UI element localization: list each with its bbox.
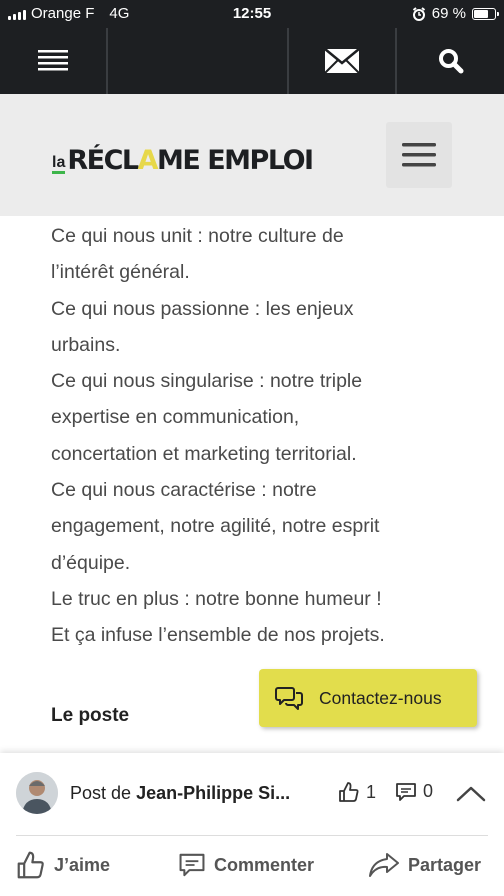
battery-icon	[472, 7, 499, 20]
logo-prefix: la	[52, 155, 66, 174]
hamburger-icon[interactable]	[386, 122, 452, 188]
article-body: Ce qui nous unit : notre culture de l’in…	[51, 218, 471, 654]
comments-value: 0	[423, 781, 434, 801]
post-author: Jean-Philippe Si...	[136, 783, 291, 803]
like-button[interactable]: J’aime	[16, 847, 110, 883]
article-line: Ce qui nous singularise : notre triple	[51, 370, 363, 393]
article-line: Ce qui nous passionne : les enjeux	[51, 297, 354, 320]
article-line: Le truc en plus : notre bonne humeur !	[51, 587, 382, 610]
comment-icon	[395, 782, 417, 802]
comment-icon	[178, 852, 206, 878]
logo-text-part1: RÉCL	[67, 145, 139, 176]
status-bar: Orange F 4G 12:55 69 %	[0, 0, 504, 28]
article-line: concertation et marketing territorial.	[51, 442, 357, 465]
likes-value: 1	[366, 781, 377, 802]
article-line: d’équipe.	[51, 551, 131, 574]
mail-icon[interactable]	[289, 28, 395, 94]
share-arrow-icon	[368, 852, 400, 878]
comments-count[interactable]: 0	[395, 781, 433, 802]
chat-bubbles-icon	[275, 685, 303, 711]
article-line: Et ça infuse l’ensemble de nos projets.	[51, 624, 385, 647]
contact-button[interactable]: Contactez-nous	[259, 669, 477, 727]
article-line: expertise en communication,	[51, 406, 300, 429]
logo-text-part2: ME EMPLOI	[157, 145, 314, 176]
logo-text: RÉCLAME EMPLOI	[67, 145, 314, 176]
post-prefix: Post de	[70, 783, 132, 803]
top-toolbar	[0, 28, 504, 94]
contact-button-label: Contactez-nous	[319, 687, 442, 708]
chevron-up-icon[interactable]	[456, 785, 486, 808]
article-line: urbains.	[51, 333, 121, 356]
post-divider	[16, 835, 488, 836]
section-heading: Le poste	[51, 705, 130, 726]
thumbs-up-icon	[338, 781, 360, 803]
post-author-line[interactable]: Post de Jean-Philippe Si...	[70, 783, 290, 804]
site-header: la RÉCLAME EMPLOI	[0, 94, 504, 216]
logo-text-accent: A	[137, 145, 159, 176]
thumbs-up-icon	[16, 850, 46, 880]
toolbar-divider	[106, 28, 108, 94]
share-button[interactable]: Partager	[368, 847, 481, 883]
article-line: Ce qui nous unit : notre culture de	[51, 225, 344, 247]
article-line: engagement, notre agilité, notre esprit	[51, 515, 380, 538]
avatar[interactable]	[16, 772, 58, 814]
article-line: Ce qui nous caractérise : notre	[51, 479, 317, 502]
site-logo[interactable]: la RÉCLAME EMPLOI	[52, 145, 314, 176]
alarm-clock-icon	[412, 6, 426, 21]
like-label: J’aime	[54, 854, 111, 875]
comment-button[interactable]: Commenter	[178, 847, 314, 883]
likes-count[interactable]: 1	[338, 781, 376, 803]
article-line: l’intérêt général.	[51, 261, 190, 284]
menu-lines-icon[interactable]	[0, 28, 106, 94]
share-label: Partager	[408, 854, 482, 875]
search-icon[interactable]	[397, 28, 504, 94]
comment-label: Commenter	[214, 854, 315, 875]
battery-percent: 69 %	[431, 5, 466, 22]
post-bar: Post de Jean-Philippe Si... 1 0 J’aime C…	[0, 753, 504, 896]
status-right: 69 %	[412, 5, 499, 22]
